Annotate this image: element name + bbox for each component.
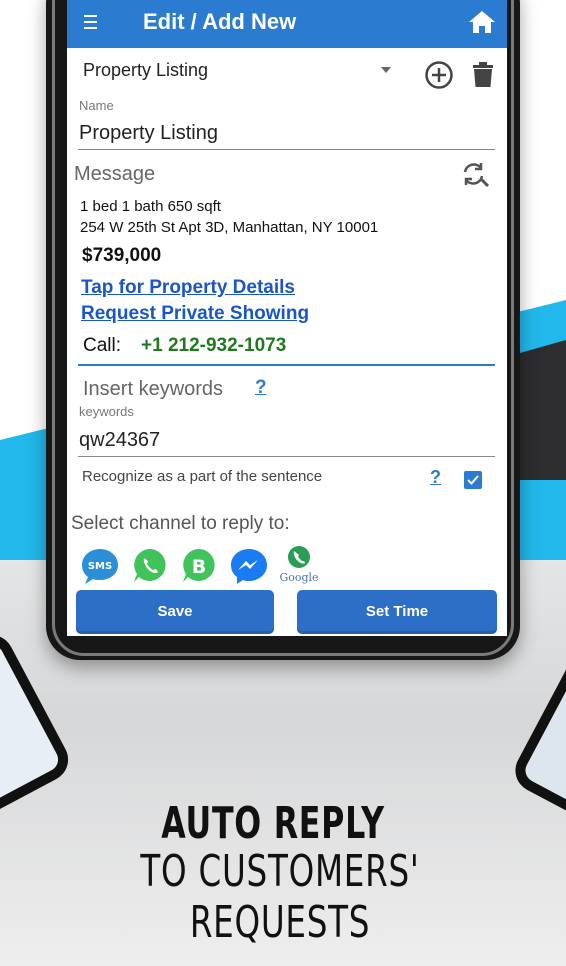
recognize-sentence-label: Recognize as a part of the sentence	[82, 468, 323, 485]
svg-text:B: B	[192, 556, 206, 578]
refresh-search-icon[interactable]	[461, 161, 491, 194]
keywords-heading: Insert keywords	[83, 378, 224, 400]
trash-icon[interactable]	[471, 62, 495, 93]
keywords-help-link[interactable]: ?	[255, 377, 267, 399]
call-number[interactable]: +1 212-932-1073	[141, 335, 286, 357]
sms-icon[interactable]: SMS	[80, 547, 120, 592]
private-showing-link[interactable]: Request Private Showing	[81, 303, 309, 325]
svg-text:SMS: SMS	[88, 561, 112, 572]
recognize-help-link[interactable]: ?	[430, 467, 441, 488]
save-button[interactable]: Save	[76, 590, 274, 634]
chevron-down-icon[interactable]	[381, 67, 391, 73]
name-input[interactable]: Property Listing	[79, 122, 218, 145]
property-details-link[interactable]: Tap for Property Details	[81, 277, 295, 299]
whatsapp-icon[interactable]	[131, 547, 169, 590]
name-underline	[78, 149, 495, 150]
channel-heading: Select channel to reply to:	[71, 513, 290, 534]
app-bar: Edit / Add New	[67, 0, 507, 48]
message-underline	[78, 364, 495, 366]
whatsapp-business-icon[interactable]: B	[180, 547, 218, 590]
message-address-line[interactable]: 254 W 25th St Apt 3D, Manhattan, NY 1000…	[80, 219, 378, 236]
message-price[interactable]: $739,000	[82, 245, 161, 267]
template-selector[interactable]: Property Listing	[83, 60, 208, 81]
app-screen: Edit / Add New Property Listing Name Pro…	[67, 0, 507, 636]
call-label: Call:	[83, 335, 122, 356]
recognize-checkbox[interactable]	[464, 471, 482, 489]
set-time-button[interactable]: Set Time	[297, 590, 497, 634]
home-icon[interactable]	[467, 9, 497, 40]
google-voice-icon[interactable]: Google	[276, 544, 322, 591]
promo-headline: AUTO REPLY	[161, 798, 385, 849]
svg-text:Google: Google	[279, 571, 318, 584]
message-label: Message	[74, 163, 156, 185]
page-title: Edit / Add New	[143, 9, 297, 34]
messenger-icon[interactable]	[229, 547, 269, 592]
message-text-line[interactable]: 1 bed 1 bath 650 sqft	[80, 198, 221, 215]
keywords-underline	[78, 456, 495, 457]
hamburger-icon[interactable]	[84, 15, 97, 29]
promo-subheadline: TO CUSTOMERS' REQUESTS	[140, 846, 420, 948]
name-field-label: Name	[79, 98, 114, 113]
keywords-field-label: keywords	[79, 404, 134, 419]
add-circle-icon[interactable]	[424, 60, 454, 95]
keywords-input[interactable]: qw24367	[79, 429, 160, 452]
